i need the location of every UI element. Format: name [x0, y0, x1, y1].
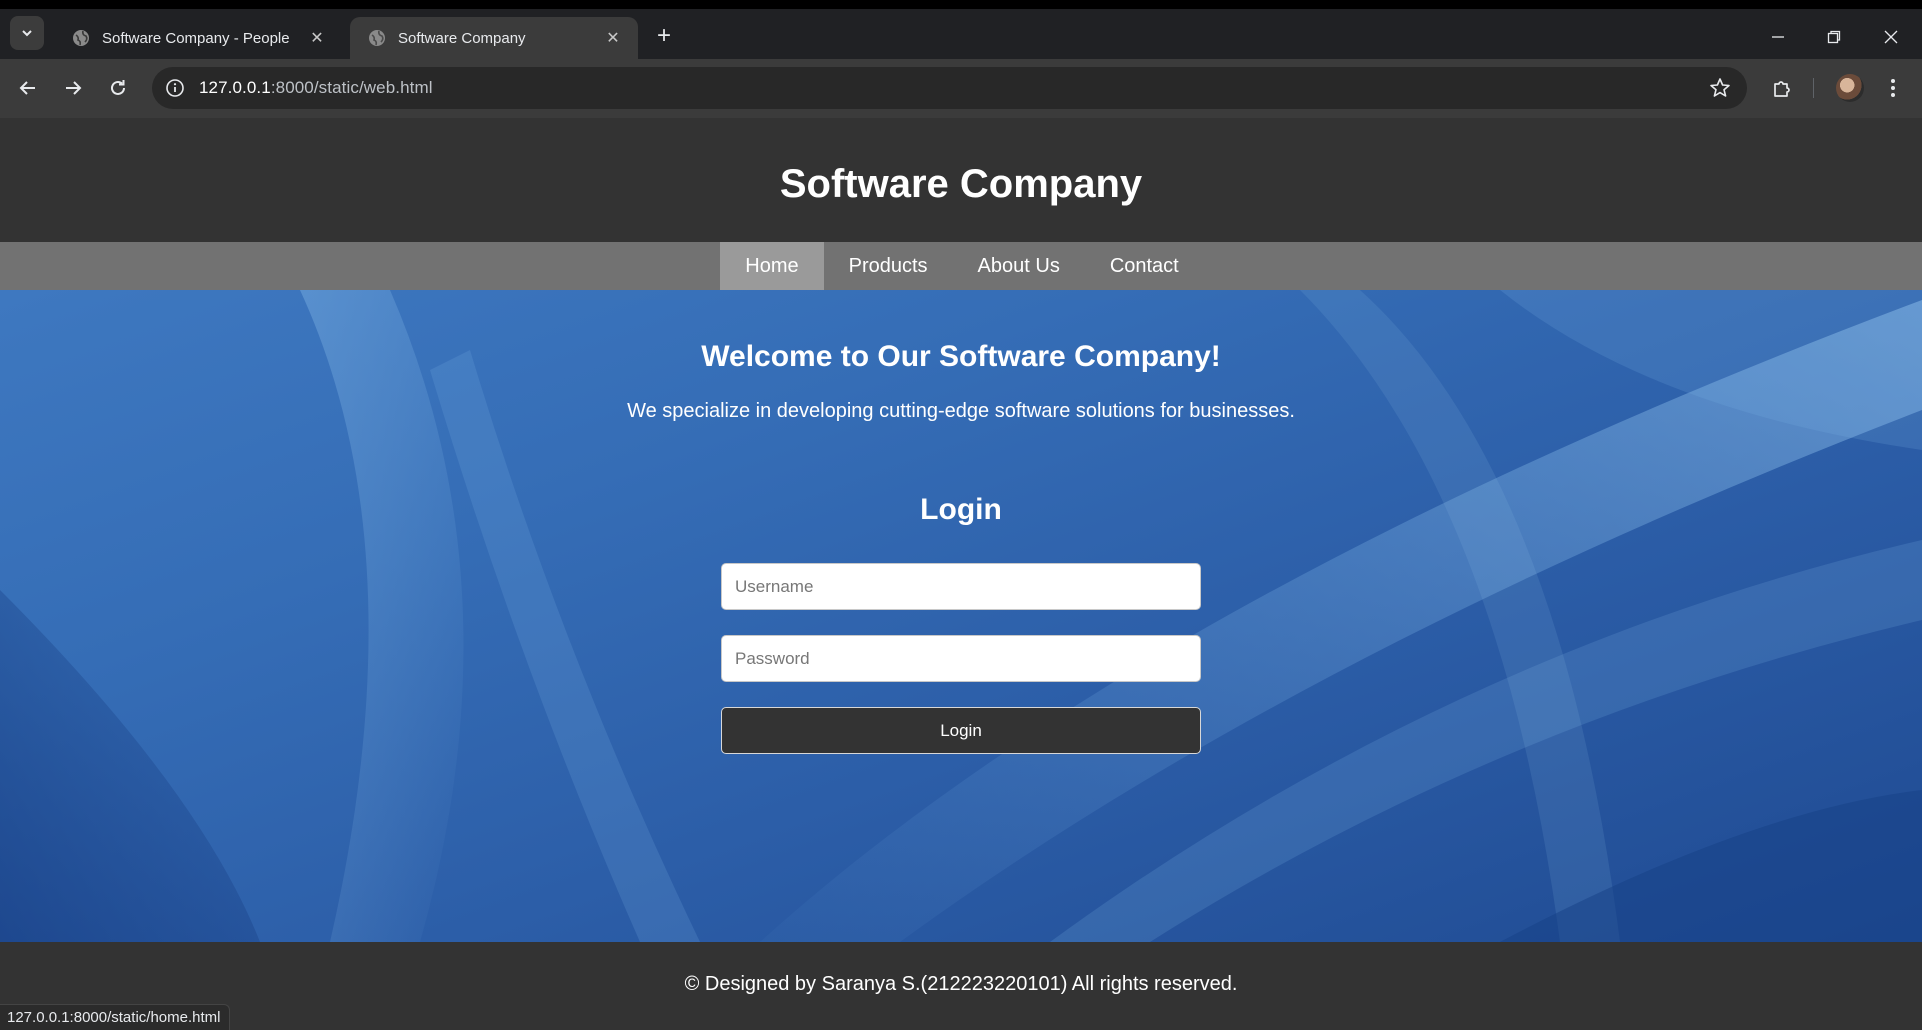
hero-section: Welcome to Our Software Company! We spec… [0, 290, 1922, 942]
extensions-button[interactable] [1769, 75, 1795, 101]
close-window-button[interactable] [1879, 25, 1903, 49]
nav-about-us[interactable]: About Us [953, 242, 1085, 290]
kebab-menu-icon [1891, 79, 1895, 97]
arrow-left-icon [19, 81, 35, 95]
close-icon[interactable]: ✕ [306, 27, 328, 49]
tab-software-company[interactable]: Software Company ✕ [350, 17, 638, 59]
globe-icon [73, 30, 89, 46]
nav-items: Home Products About Us Contact [720, 242, 1204, 290]
minimize-button[interactable] [1766, 25, 1790, 49]
new-tab-button[interactable]: + [652, 24, 676, 49]
browser-menu-button[interactable] [1880, 75, 1906, 101]
tab-strip: Software Company - People ✕ Software Com… [0, 9, 1922, 59]
hero-content: Welcome to Our Software Company! We spec… [0, 290, 1922, 527]
nav-contact[interactable]: Contact [1085, 242, 1204, 290]
password-input[interactable] [721, 635, 1201, 682]
chevron-down-icon [22, 30, 32, 37]
toolbar-separator [1813, 78, 1814, 98]
reload-icon [111, 80, 125, 95]
browser-chrome: Software Company - People ✕ Software Com… [0, 0, 1922, 118]
username-input[interactable] [721, 563, 1201, 610]
url-host: 127.0.0.1 [199, 78, 271, 97]
site-header: Software Company [0, 118, 1922, 242]
login-button[interactable]: Login [721, 707, 1201, 754]
site-nav: Home Products About Us Contact [0, 242, 1922, 290]
login-heading: Login [920, 493, 1002, 526]
minimize-icon [1772, 36, 1784, 38]
profile-avatar[interactable] [1836, 74, 1864, 102]
globe-icon [369, 30, 385, 46]
tab-title: Software Company - People [102, 29, 290, 47]
footer-text: © Designed by Saranya S.(212223220101) A… [684, 972, 1238, 995]
reload-button[interactable] [105, 75, 131, 101]
link-status-bubble: 127.0.0.1:8000/static/home.html [0, 1004, 231, 1030]
tab-software-company-people[interactable]: Software Company - People ✕ [54, 17, 342, 59]
nav-home[interactable]: Home [720, 242, 824, 290]
forward-button[interactable] [60, 75, 86, 101]
tab-search-button[interactable] [10, 16, 44, 50]
star-icon[interactable] [1709, 77, 1731, 99]
tab-title: Software Company [398, 29, 526, 47]
site-footer: © Designed by Saranya S.(212223220101) A… [0, 942, 1922, 1030]
back-button[interactable] [15, 75, 41, 101]
url-text: 127.0.0.1:8000/static/web.html [199, 78, 433, 98]
login-form: Login [721, 563, 1201, 754]
welcome-heading: Welcome to Our Software Company! [701, 340, 1221, 373]
browser-toolbar: 127.0.0.1:8000/static/web.html [0, 59, 1922, 118]
welcome-tagline: We specialize in developing cutting-edge… [627, 400, 1295, 422]
restore-icon [1827, 30, 1841, 44]
puzzle-icon [1774, 81, 1790, 97]
close-icon[interactable]: ✕ [602, 27, 624, 49]
window-top-edge [0, 0, 1922, 9]
info-icon[interactable] [165, 78, 185, 98]
nav-products[interactable]: Products [824, 242, 953, 290]
address-bar[interactable]: 127.0.0.1:8000/static/web.html [152, 67, 1747, 109]
url-path: :8000/static/web.html [270, 78, 433, 97]
site-title: Software Company [779, 161, 1143, 206]
restore-button[interactable] [1822, 25, 1846, 49]
arrow-right-icon [66, 81, 82, 95]
close-icon [1884, 30, 1898, 44]
web-page: Software Company Home Products About Us … [0, 118, 1922, 1030]
